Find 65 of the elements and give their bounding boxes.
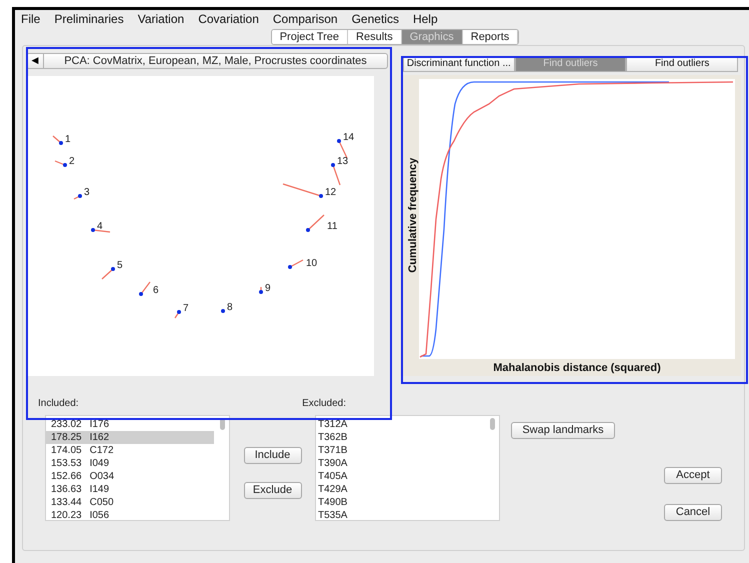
menu-item[interactable]: Genetics [352, 10, 399, 28]
menu-item[interactable]: Covariation [198, 10, 259, 28]
scrollbar-thumb[interactable] [490, 418, 495, 430]
menu-item[interactable]: Comparison [272, 10, 338, 28]
list-item[interactable]: T362B [316, 431, 499, 444]
landmark-marker [306, 214, 324, 232]
landmark-marker [259, 287, 263, 294]
scrollbar-thumb[interactable] [220, 418, 225, 430]
landmark-label: 11 [327, 221, 338, 232]
landmark-marker [282, 183, 323, 198]
landmark-label: 9 [265, 283, 271, 294]
accept-button[interactable]: Accept [664, 467, 722, 484]
landmark-label: 6 [153, 285, 159, 296]
landmark-label: 14 [343, 132, 354, 143]
landmark-label: 2 [69, 156, 75, 167]
list-item[interactable]: T490B [316, 496, 499, 509]
list-item[interactable]: 174.05 C172 [46, 444, 214, 457]
list-item[interactable]: T429A [316, 483, 499, 496]
landmark-marker [337, 139, 348, 158]
include-button[interactable]: Include [244, 447, 302, 464]
landmark-marker [139, 282, 150, 296]
cancel-button[interactable]: Cancel [664, 504, 722, 521]
dataset-selector[interactable]: ◀ PCA: CovMatrix, European, MZ, Male, Procrustes coordinates [26, 53, 388, 69]
landmark-label: 5 [117, 260, 123, 271]
swap-landmarks-button[interactable]: Swap landmarks [511, 422, 615, 439]
landmark-marker [174, 310, 181, 318]
list-item[interactable]: 120.23 I056 [46, 509, 214, 522]
landmark-label: 10 [306, 258, 318, 269]
list-item[interactable]: 133.44 C050 [46, 496, 214, 509]
landmark-label: 13 [337, 156, 348, 167]
landmark-label: 12 [325, 187, 336, 198]
menu-item[interactable]: Variation [138, 10, 184, 28]
landmark-marker [331, 163, 341, 186]
landmark-label: 3 [84, 187, 90, 198]
menu-item[interactable]: Help [412, 10, 438, 28]
list-item[interactable]: T405A [316, 470, 499, 483]
landmark-label: 1 [65, 134, 71, 145]
x-axis-label: Mahalanobis distance (squared) [492, 361, 662, 376]
landmark-marker [54, 160, 67, 167]
menu-item[interactable]: Preliminaries [54, 10, 124, 28]
landmark-marker [221, 309, 225, 313]
list-item[interactable]: T535A [316, 509, 499, 522]
excluded-label: Excluded: [302, 397, 346, 411]
landmark-label: 4 [97, 221, 103, 232]
list-item[interactable]: T312A [316, 418, 499, 431]
list-item[interactable]: 152.66 O034 [46, 470, 214, 483]
list-item[interactable]: 136.63 I149 [46, 483, 214, 496]
landmark-label: 7 [183, 303, 189, 314]
landmark-marker [102, 267, 115, 280]
list-item[interactable]: 233.02 I176 [46, 418, 214, 431]
list-item[interactable]: T371B [316, 444, 499, 457]
landmark-marker [74, 194, 82, 200]
y-axis-label: Cumulative frequency [406, 156, 420, 275]
exclude-button[interactable]: Exclude [244, 482, 302, 499]
included-label: Included: [38, 397, 79, 411]
list-item[interactable]: 178.25 I162 [46, 431, 214, 444]
list-item[interactable]: T390A [316, 457, 499, 470]
list-item[interactable]: 153.53 I049 [46, 457, 214, 470]
landmark-marker [288, 259, 304, 269]
landmark-marker [52, 136, 63, 145]
landmark-marker [91, 228, 110, 233]
tab[interactable]: Project Tree [272, 30, 348, 44]
selector-label: PCA: CovMatrix, European, MZ, Male, Procrustes coordinates [63, 54, 368, 69]
landmark-label: 8 [227, 302, 233, 313]
menu-item[interactable]: File [21, 10, 40, 28]
